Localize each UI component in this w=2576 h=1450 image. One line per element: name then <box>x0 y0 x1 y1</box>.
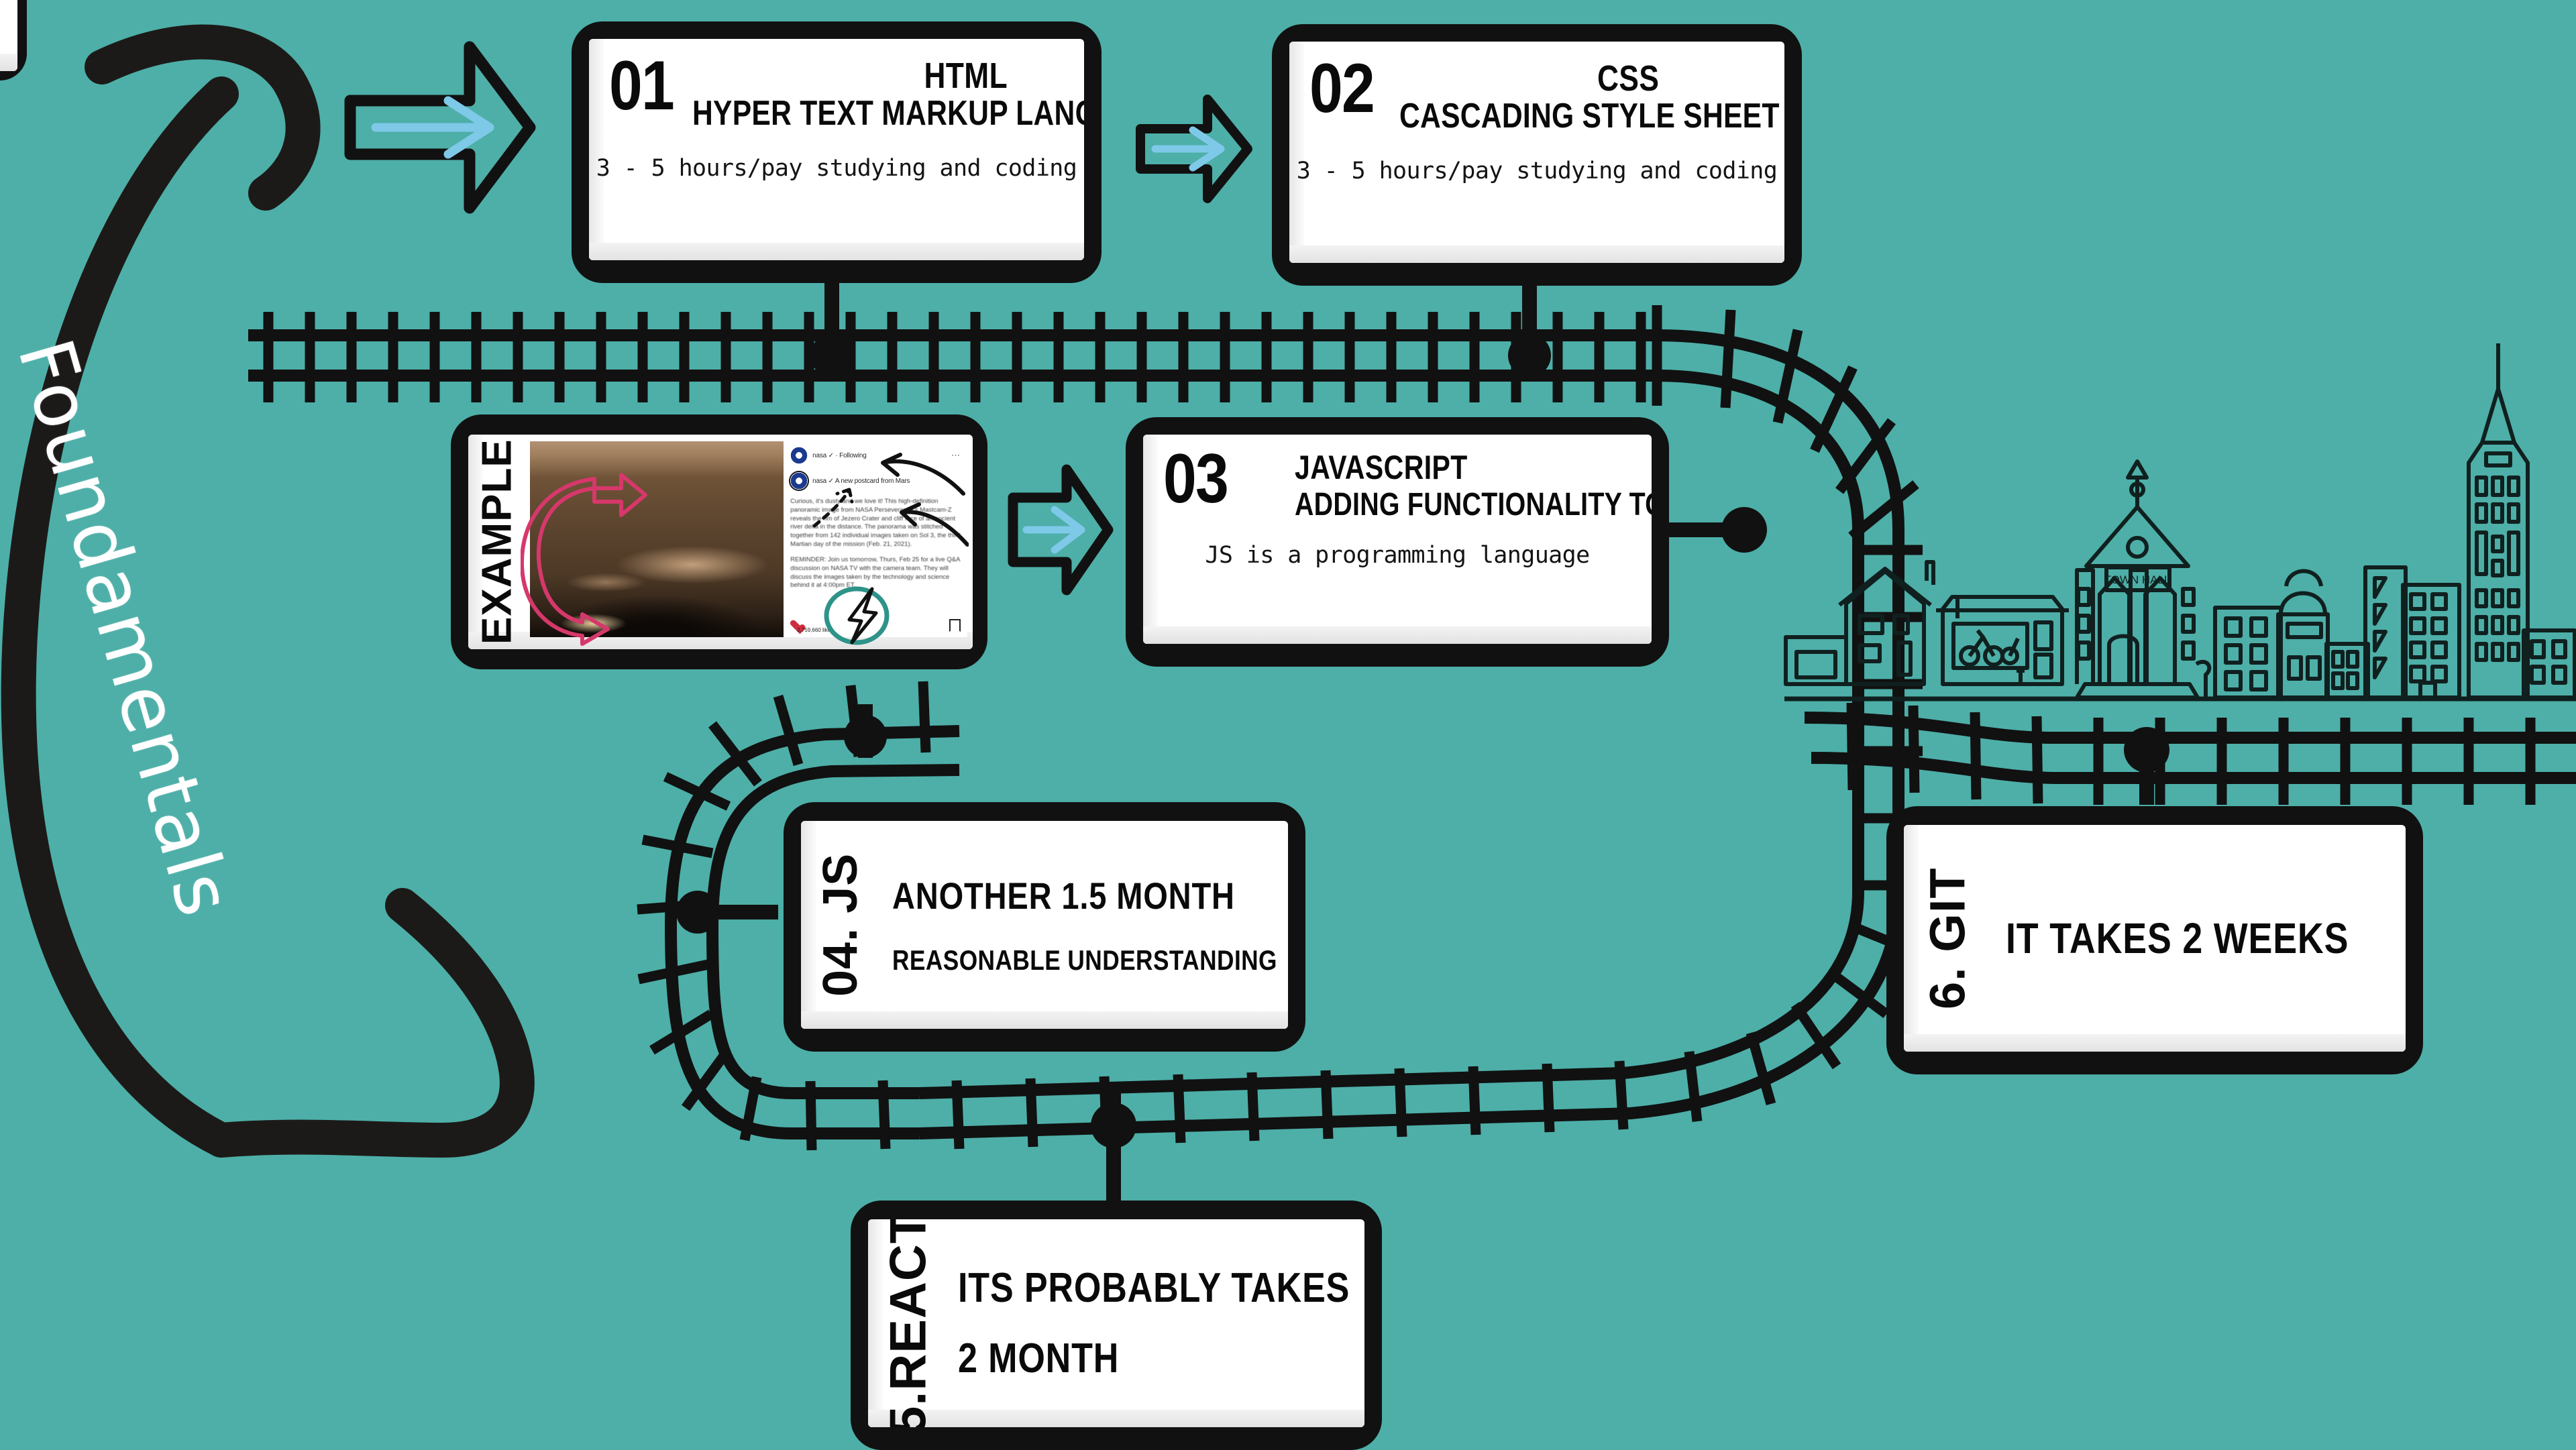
avatar <box>790 447 808 464</box>
roadmap-canvas: Foundamentals TOWN HALL 01 HTML HYPER TE… <box>0 0 2576 1450</box>
card-javascript-note: JS is a programming language <box>1205 542 1590 569</box>
card-js-practice[interactable]: 04. JS ANOTHER 1.5 MONTH REASONABLE UNDE… <box>784 802 1305 1052</box>
card-css-subtitle: CASCADING STYLE SHEET <box>1399 97 1780 135</box>
card-react-line1: ITS PROBABLY TAKES <box>958 1265 1350 1311</box>
card-css-note: 3 - 5 hours/pay studying and coding <box>1296 157 1778 184</box>
offscreen-card-fragment <box>0 0 27 80</box>
avatar <box>790 472 808 490</box>
card-html-subtitle: HYPER TEXT MARKUP LANGUAGE <box>692 94 1084 133</box>
card-react-label: 5.REACT <box>879 1219 937 1427</box>
card-javascript-subtitle: ADDING FUNCTIONALITY TO WEB <box>1294 487 1652 522</box>
card-git[interactable]: 6. GIT IT TAKES 2 WEEKS <box>1886 806 2423 1074</box>
card-js-practice-line1: ANOTHER 1.5 MONTH <box>892 874 1235 917</box>
foundamentals-label: Foundamentals <box>1 330 249 927</box>
card-javascript[interactable]: 03 JAVASCRIPT ADDING FUNCTIONALITY TO WE… <box>1126 417 1669 667</box>
card-html[interactable]: 01 HTML HYPER TEXT MARKUP LANGUAGE 3 - 5… <box>572 21 1102 283</box>
card-react-line2: 2 MONTH <box>958 1335 1120 1382</box>
card-js-practice-label: 04. JS <box>814 852 867 997</box>
card-git-label: 6. GIT <box>1919 867 1976 1009</box>
example-to-js-arrow-icon <box>1008 464 1114 596</box>
card-html-number: 01 <box>609 47 675 125</box>
card-example[interactable]: EXAMPLE nasa ✓ · Following ⋯ nasa ✓ A ne… <box>451 414 987 669</box>
card-git-line1: IT TAKES 2 WEEKS <box>2006 914 2349 962</box>
card-css[interactable]: 02 CSS CASCADING STYLE SHEET 3 - 5 hours… <box>1272 24 1802 286</box>
html-to-css-arrow-icon <box>1136 95 1252 203</box>
card-js-practice-line2: REASONABLE UNDERSTANDING <box>892 944 1277 976</box>
entry-arrow-icon <box>344 41 536 214</box>
card-html-title: HTML <box>924 56 1008 96</box>
card-html-note: 3 - 5 hours/pay studying and coding <box>596 154 1077 182</box>
bookmark-icon[interactable] <box>949 619 961 632</box>
card-javascript-number: 03 <box>1163 440 1229 518</box>
card-javascript-title: JAVASCRIPT <box>1294 449 1468 486</box>
pink-curved-arrow-icon <box>521 473 647 646</box>
card-css-title: CSS <box>1597 58 1659 99</box>
black-annotation-arrows <box>812 453 969 547</box>
town-hall-label: TOWN HALL <box>2104 573 2171 586</box>
card-react[interactable]: 5.REACT ITS PROBABLY TAKES 2 MONTH <box>851 1201 1382 1450</box>
card-css-number: 02 <box>1309 50 1375 127</box>
